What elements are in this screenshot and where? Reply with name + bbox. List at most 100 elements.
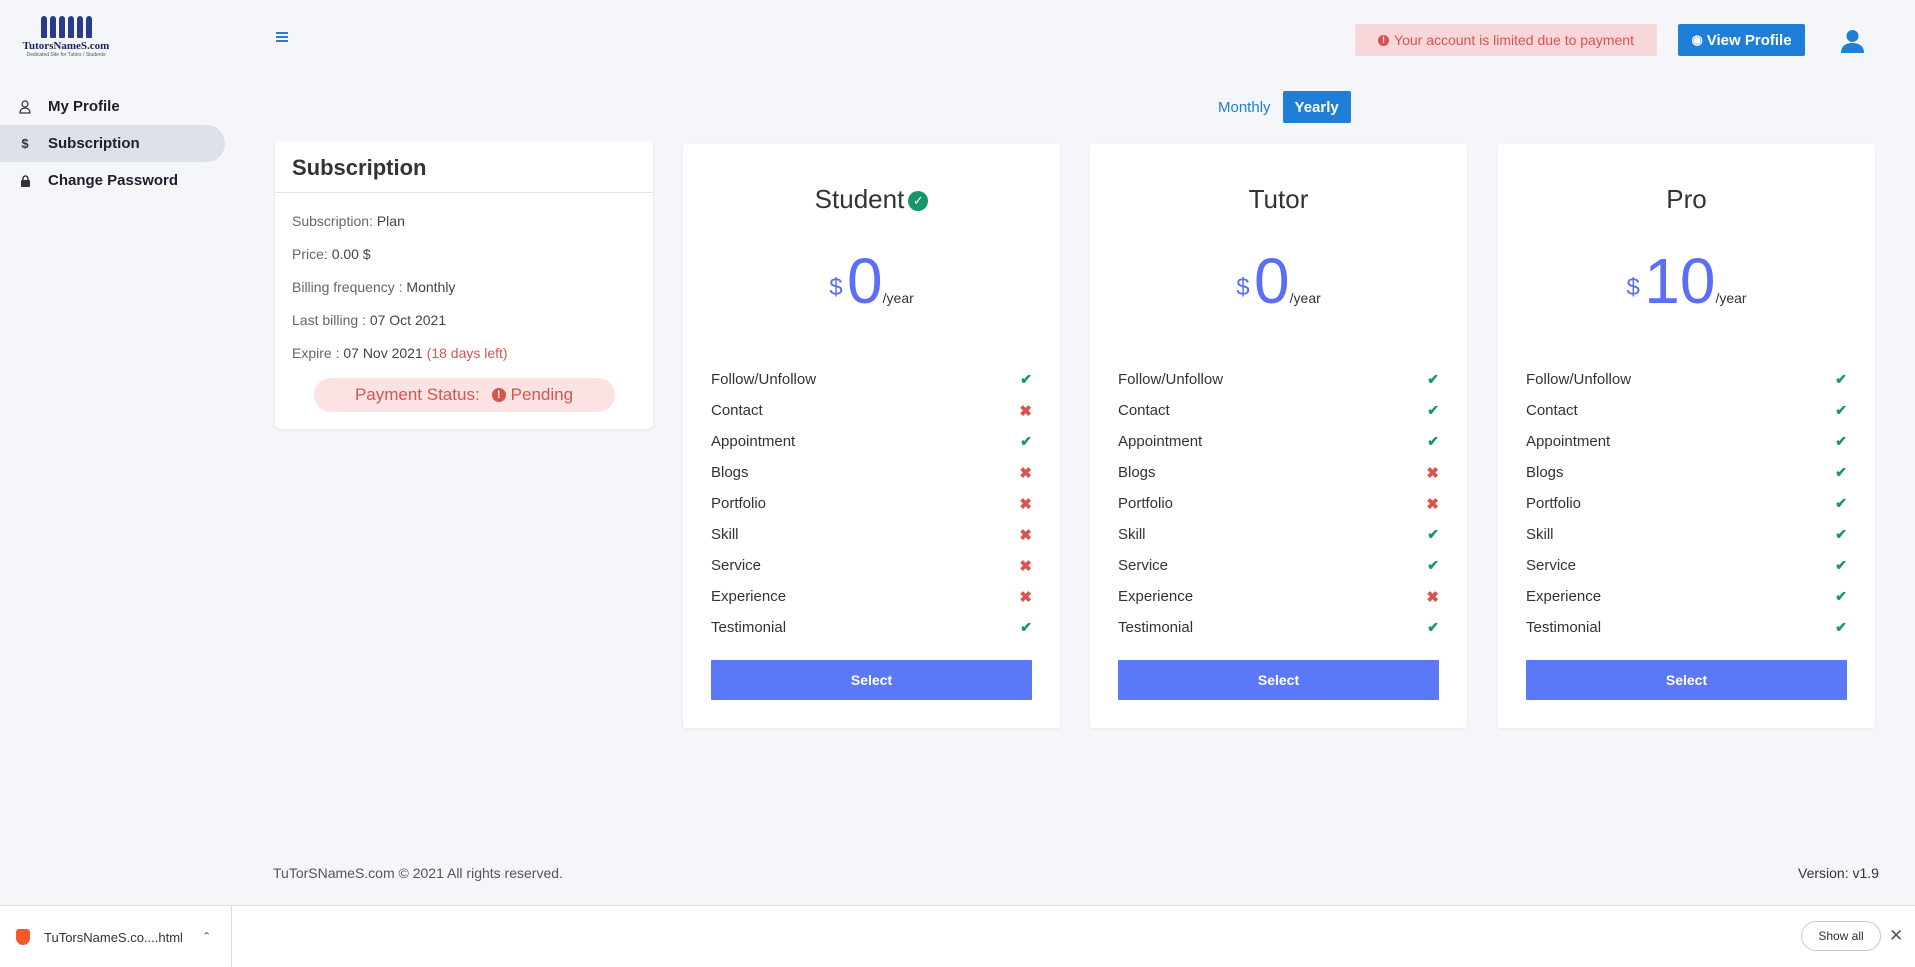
sidebar-nav: My Profile $ Subscription Change Passwor… xyxy=(0,88,225,199)
download-filename: TuTorsNameS.co....html xyxy=(44,929,183,945)
download-item[interactable]: TuTorsNameS.co....html ⌃ xyxy=(0,906,232,967)
feature-label: Blogs xyxy=(1118,464,1156,481)
feature-label: Experience xyxy=(711,588,787,605)
feature-item: Follow/Unfollow ✔ xyxy=(711,364,1032,395)
payment-status-badge: Payment Status: ! Pending xyxy=(313,378,615,412)
lock-icon xyxy=(18,174,32,187)
account-limited-alert: ! Your account is limited due to payment xyxy=(1355,24,1657,56)
dollar-icon: $ xyxy=(21,136,29,151)
feature-item: Experience ✔ xyxy=(1526,581,1847,612)
feature-label: Contact xyxy=(711,402,763,419)
feature-item: Service ✔ xyxy=(1118,550,1439,581)
hamburger-menu-icon[interactable] xyxy=(276,32,288,44)
cross-icon: ✖ xyxy=(1426,495,1439,513)
check-icon: ✔ xyxy=(1835,371,1847,387)
feature-item: Service ✖ xyxy=(711,550,1032,581)
feature-label: Skill xyxy=(1118,526,1146,543)
feature-item: Portfolio ✔ xyxy=(1526,488,1847,519)
sidebar-item-change-password[interactable]: Change Password xyxy=(0,162,225,199)
info-icon: ! xyxy=(1378,34,1390,46)
check-icon: ✔ xyxy=(1835,495,1847,511)
view-profile-button[interactable]: ◉ View Profile xyxy=(1678,24,1805,56)
feature-label: Portfolio xyxy=(1526,495,1582,512)
plan-title: Pro xyxy=(1666,184,1707,214)
payment-status-value: Pending xyxy=(510,385,574,404)
feature-item: Follow/Unfollow ✔ xyxy=(1118,364,1439,395)
feature-list: Follow/Unfollow ✔ Contact ✔ Appointment ✔ Blog… xyxy=(1118,364,1439,643)
sidebar-item-label: Subscription xyxy=(48,135,140,152)
version-text: Version: v1.9 xyxy=(1798,865,1879,881)
plan-card-tutor: Tutor $ 0/year Follow/Unfollow ✔ Contact ✔ A… xyxy=(1090,144,1467,728)
verified-check-icon: ✓ xyxy=(908,191,929,211)
feature-item: Appointment ✔ xyxy=(1118,426,1439,457)
avatar[interactable] xyxy=(1839,27,1866,54)
plan-price: $ 0/year xyxy=(1236,245,1321,317)
cross-icon: ✖ xyxy=(1426,588,1439,606)
select-pro-button[interactable]: Select xyxy=(1526,660,1847,700)
eye-icon: ◉ xyxy=(1691,32,1703,47)
plan-price: $ 10/year xyxy=(1626,245,1747,317)
feature-label: Experience xyxy=(1526,588,1602,605)
yearly-toggle-button[interactable]: Yearly xyxy=(1282,91,1351,123)
check-icon: ✔ xyxy=(1427,619,1439,635)
plan-title: Tutor xyxy=(1248,184,1309,214)
feature-item: Blogs ✔ xyxy=(1526,457,1847,488)
sidebar-item-my-profile[interactable]: My Profile xyxy=(0,88,225,125)
cross-icon: ✖ xyxy=(1019,464,1032,482)
sidebar-item-label: Change Password xyxy=(48,172,179,189)
check-icon: ✔ xyxy=(1427,433,1439,449)
feature-label: Testimonial xyxy=(711,619,787,636)
feature-item: Testimonial ✔ xyxy=(711,612,1032,643)
check-icon: ✔ xyxy=(1835,402,1847,418)
brave-file-icon xyxy=(16,929,30,945)
feature-item: Follow/Unfollow ✔ xyxy=(1526,364,1847,395)
select-student-button[interactable]: Select xyxy=(711,660,1032,700)
show-all-button[interactable]: Show all xyxy=(1801,921,1881,951)
feature-label: Blogs xyxy=(1526,464,1564,481)
feature-list: Follow/Unfollow ✔ Contact ✔ Appointment ✔ Blog… xyxy=(1526,364,1847,643)
feature-label: Testimonial xyxy=(1526,619,1602,636)
subscription-title: Subscription xyxy=(275,141,653,193)
expire-row: Expire : 07 Nov 2021 (18 days left) xyxy=(292,345,508,361)
check-icon: ✔ xyxy=(1835,433,1847,449)
feature-label: Skill xyxy=(1526,526,1554,543)
check-icon: ✔ xyxy=(1427,371,1439,387)
plan-card-pro: Pro $ 10/year Follow/Unfollow ✔ Contact ✔ Ap… xyxy=(1498,144,1875,728)
sidebar-item-subscription[interactable]: $ Subscription xyxy=(0,125,225,162)
feature-item: Appointment ✔ xyxy=(1526,426,1847,457)
last-billing-row: Last billing : 07 Oct 2021 xyxy=(292,312,447,328)
feature-item: Contact ✔ xyxy=(1526,395,1847,426)
feature-label: Follow/Unfollow xyxy=(711,371,817,388)
plan-price: $ 0/year xyxy=(829,245,914,317)
days-left: (18 days left) xyxy=(426,345,508,361)
feature-list: Follow/Unfollow ✔ Contact ✖ Appointment ✔ Blog… xyxy=(711,364,1032,643)
cross-icon: ✖ xyxy=(1019,495,1032,513)
feature-label: Service xyxy=(1118,557,1169,574)
check-icon: ✔ xyxy=(1835,619,1847,635)
subscription-plan-row: Subscription: Plan xyxy=(292,213,405,229)
warning-icon: ! xyxy=(491,388,506,402)
check-icon: ✔ xyxy=(1020,433,1032,449)
feature-item: Blogs ✖ xyxy=(1118,457,1439,488)
feature-item: Testimonial ✔ xyxy=(1118,612,1439,643)
feature-label: Service xyxy=(711,557,762,574)
logo-graphic xyxy=(20,16,112,38)
feature-item: Testimonial ✔ xyxy=(1526,612,1847,643)
select-tutor-button[interactable]: Select xyxy=(1118,660,1439,700)
feature-item: Appointment ✔ xyxy=(711,426,1032,457)
monthly-toggle-button[interactable]: Monthly xyxy=(1206,91,1283,123)
check-icon: ✔ xyxy=(1835,557,1847,573)
copyright-text: TuTorSNameS.com © 2021 All rights reserv… xyxy=(273,865,563,881)
feature-item: Experience ✖ xyxy=(711,581,1032,612)
cross-icon: ✖ xyxy=(1019,557,1032,575)
close-icon[interactable]: ✕ xyxy=(1889,926,1903,946)
site-logo[interactable]: TutorsNameS.com Dedicated Site for Tutor… xyxy=(20,12,112,66)
view-profile-label: View Profile xyxy=(1706,31,1792,49)
subscription-price-row: Price: 0.00 $ xyxy=(292,246,371,262)
user-icon xyxy=(18,99,32,114)
billing-period-toggle: Monthly Yearly xyxy=(1206,91,1351,123)
check-icon: ✔ xyxy=(1835,464,1847,480)
feature-item: Blogs ✖ xyxy=(711,457,1032,488)
chevron-up-icon[interactable]: ⌃ xyxy=(202,930,211,943)
feature-label: Follow/Unfollow xyxy=(1526,371,1632,388)
